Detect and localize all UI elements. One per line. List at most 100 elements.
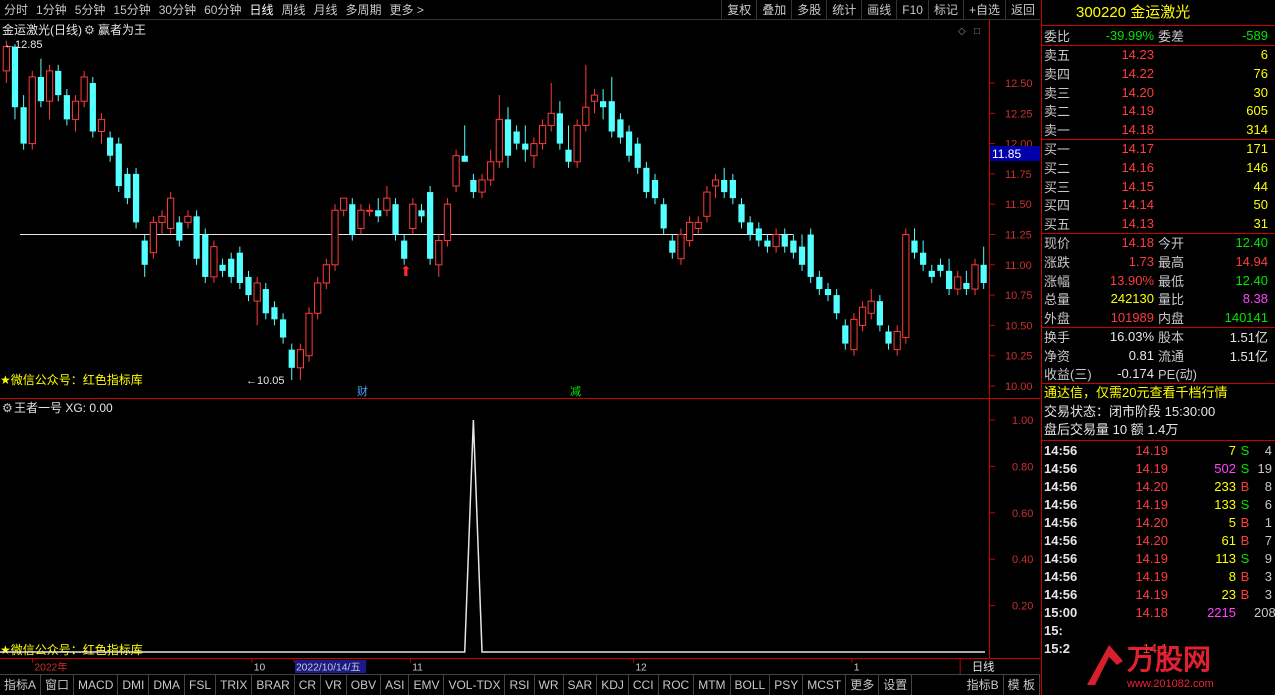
indicator-tab-5[interactable]: FSL bbox=[185, 675, 217, 695]
indicator-tab-12[interactable]: EMV bbox=[409, 675, 445, 695]
diamond-icon[interactable]: ◇ bbox=[958, 26, 966, 37]
toolbar-button-3[interactable]: 统计 bbox=[826, 0, 861, 20]
indicator-tab-0[interactable]: 指标A bbox=[0, 675, 42, 695]
tick-row-5: 14:56 14.20 61 B 7 bbox=[1042, 531, 1275, 549]
period-tab-3[interactable]: 15分钟 bbox=[109, 0, 154, 20]
tick-side: S bbox=[1240, 460, 1250, 476]
stat-label-a: 总量 bbox=[1044, 292, 1071, 308]
period-tab-1[interactable]: 1分钟 bbox=[32, 0, 71, 20]
tick-time: 14:56 bbox=[1044, 586, 1078, 602]
candle-22 bbox=[193, 210, 200, 265]
candle-108 bbox=[937, 258, 944, 277]
indicator-tab-8[interactable]: CR bbox=[295, 675, 322, 695]
candle-80 bbox=[694, 216, 702, 235]
indicator-tab-18[interactable]: CCI bbox=[629, 675, 659, 695]
candle-56 bbox=[487, 149, 495, 187]
candle-63 bbox=[547, 83, 555, 132]
box-icon[interactable]: □ bbox=[974, 26, 980, 37]
gear-icon[interactable]: ⚙ bbox=[2, 401, 13, 415]
sell-row-1: 卖四 14.22 76 bbox=[1042, 64, 1275, 83]
candle-93 bbox=[807, 228, 814, 283]
indicator-chart[interactable]: ⚙ 王者一号 XG: 0.00 ★微信公众号：红色指标库 1.00 0.80 0.6… bbox=[0, 398, 1040, 658]
indicator-tab-4[interactable]: DMA bbox=[149, 675, 186, 695]
indicator-tab-10[interactable]: OBV bbox=[347, 675, 382, 695]
toolbar-button-7[interactable]: +自选 bbox=[962, 0, 1005, 20]
toolbar-button-6[interactable]: 标记 bbox=[927, 0, 963, 20]
candle-100 bbox=[867, 289, 875, 320]
candle-106 bbox=[920, 240, 927, 271]
candle-92 bbox=[798, 234, 806, 271]
indicator-tab-9[interactable]: VR bbox=[321, 675, 347, 695]
candle-69 bbox=[600, 89, 607, 120]
toolbar-button-1[interactable]: 叠加 bbox=[756, 0, 791, 20]
stat-label-b: 今开 bbox=[1158, 236, 1185, 252]
toolbar-button-2[interactable]: 多股 bbox=[791, 0, 826, 20]
sell-row-2: 卖三 14.20 30 bbox=[1042, 83, 1275, 102]
candle-44 bbox=[383, 186, 391, 217]
sell-row-0: 卖五 14.23 6 bbox=[1042, 46, 1275, 65]
sell-label: 卖一 bbox=[1044, 122, 1071, 138]
chart-title: 金运激光(日线) bbox=[2, 22, 82, 37]
indicator-tab-19[interactable]: ROC bbox=[659, 675, 695, 695]
period-tab-5[interactable]: 60分钟 bbox=[200, 0, 245, 20]
indicator-tab-1[interactable]: 窗口 bbox=[41, 675, 75, 695]
period-tab-2[interactable]: 5分钟 bbox=[71, 0, 110, 20]
period-tab-4[interactable]: 30分钟 bbox=[155, 0, 200, 20]
candle-59 bbox=[513, 125, 520, 150]
tick-row-2: 14:56 14.20 233 B 8 bbox=[1042, 477, 1275, 495]
indicator-tab-7[interactable]: BRAR bbox=[252, 675, 295, 695]
marker-jian: 减 bbox=[570, 385, 581, 398]
candle-62 bbox=[538, 119, 547, 150]
indicator-tab-21[interactable]: BOLL bbox=[731, 675, 771, 695]
indicator-tab-3[interactable]: DMI bbox=[118, 675, 150, 695]
indicator-tab-11[interactable]: ASI bbox=[381, 675, 410, 695]
tick-time: 14:56 bbox=[1044, 568, 1078, 584]
indicator-tab-22[interactable]: PSY bbox=[770, 675, 804, 695]
period-tab-0[interactable]: 分时 bbox=[0, 0, 32, 20]
indicator-right-tab-1[interactable]: 模 板 bbox=[1004, 675, 1040, 695]
candle-41 bbox=[357, 204, 365, 235]
candle-61 bbox=[530, 137, 538, 168]
indicator-tab-20[interactable]: MTM bbox=[694, 675, 731, 695]
indicator-tab-25[interactable]: 设置 bbox=[879, 675, 913, 695]
toolbar-button-4[interactable]: 画线 bbox=[861, 0, 896, 20]
indicator-tab-14[interactable]: RSI bbox=[505, 675, 535, 695]
buy-price: 14.15 bbox=[1121, 178, 1154, 194]
buy-vol: 146 bbox=[1246, 159, 1268, 175]
period-toolbar: 分时 1分钟 5分钟 15分钟 30分钟 60分钟 日线 周线 月线 多周期 更多 > 复权 叠加 多股… bbox=[0, 0, 1040, 20]
period-tab-10[interactable]: 更多 > bbox=[386, 0, 428, 20]
indicator-tab-6[interactable]: TRIX bbox=[216, 675, 253, 695]
period-tab-6[interactable]: 日线 bbox=[245, 0, 277, 20]
stat-row-1: 涨跌 1.73 最高 14.94 bbox=[1042, 252, 1275, 271]
indicator-tab-2[interactable]: MACD bbox=[74, 675, 119, 695]
toolbar-button-5[interactable]: F10 bbox=[896, 0, 928, 20]
candle-36 bbox=[314, 276, 322, 320]
toolbar-button-8[interactable]: 返回 bbox=[1004, 0, 1040, 20]
candle-87 bbox=[755, 222, 762, 247]
ind-y-tick-label-0: 1.00 bbox=[1012, 415, 1033, 427]
indicator-tab-23[interactable]: MCST bbox=[803, 675, 847, 695]
buy-price: 14.14 bbox=[1121, 197, 1154, 213]
time-label-5: 1 bbox=[854, 662, 860, 673]
period-tab-8[interactable]: 月线 bbox=[310, 0, 342, 20]
tick-time: 14:56 bbox=[1044, 550, 1078, 566]
indicator-tab-13[interactable]: VOL-TDX bbox=[444, 675, 506, 695]
promo-banner[interactable]: 通达信，仅需20元查看千档行情 bbox=[1042, 384, 1275, 403]
brand-url: www.201082.com bbox=[1126, 678, 1214, 690]
y-tick-label-8: 10.50 bbox=[1005, 320, 1033, 332]
period-tab-9[interactable]: 多周期 bbox=[342, 0, 386, 20]
indicator-tab-24[interactable]: 更多 bbox=[846, 675, 880, 695]
candle-75 bbox=[651, 173, 659, 205]
candlestick-chart[interactable]: 金运激光(日线) ⚙ 赢者为王 ◇ □ ←12.85 ←10.05 ★微信公众号… bbox=[0, 20, 1040, 398]
toolbar-button-0[interactable]: 复权 bbox=[721, 0, 756, 20]
indicator-tab-16[interactable]: SAR bbox=[564, 675, 598, 695]
indicator-tab-15[interactable]: WR bbox=[535, 675, 564, 695]
period-tab-7[interactable]: 周线 bbox=[277, 0, 309, 20]
indicator-right-tab-0[interactable]: 指标B bbox=[963, 675, 1004, 695]
settings-icon[interactable]: ⚙ bbox=[84, 23, 95, 37]
candle-5 bbox=[45, 64, 54, 120]
indicator-name: 赢者为王 bbox=[98, 22, 146, 37]
tick-vol: 61 bbox=[1221, 532, 1236, 548]
indicator-tab-17[interactable]: KDJ bbox=[597, 675, 629, 695]
buy-label: 买四 bbox=[1044, 198, 1071, 214]
